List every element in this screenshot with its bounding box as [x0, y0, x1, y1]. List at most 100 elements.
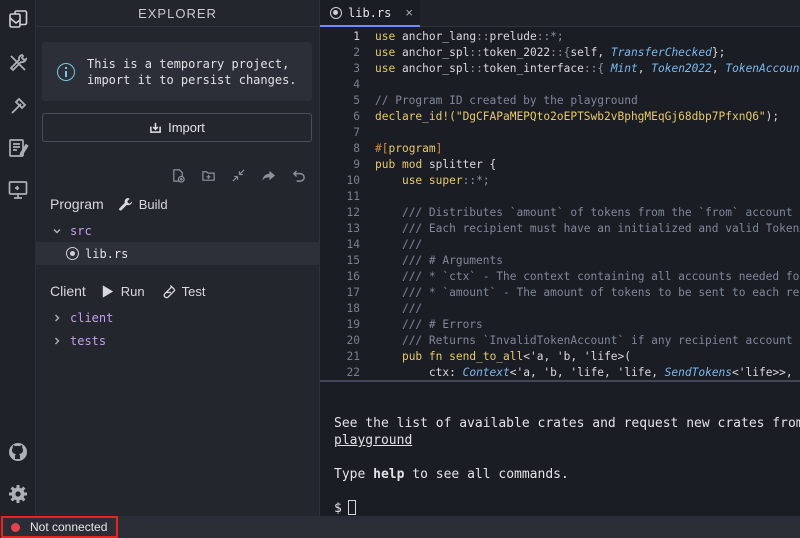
import-icon [150, 122, 161, 133]
code-line: 8 #[program] [320, 141, 800, 157]
explorer-title: EXPLORER [36, 0, 319, 27]
collapse-icon[interactable] [223, 166, 253, 184]
code-line: 17 /// * `amount` - The amount of tokens… [320, 285, 800, 301]
terminal-cursor [347, 500, 356, 515]
code-line: 1 use anchor_lang::prelude::*; [320, 29, 800, 45]
status-bar: Not connected [0, 516, 800, 538]
build-button[interactable]: Build [118, 197, 168, 212]
explorer-icon[interactable] [0, 0, 36, 40]
code-line: 9 pub mod splitter { [320, 157, 800, 173]
folder-tests[interactable]: tests [36, 329, 320, 352]
test-label: Test [181, 283, 206, 299]
code-line: 15 /// # Arguments [320, 253, 800, 269]
code-line: 18 /// [320, 301, 800, 317]
tab-lib-rs[interactable]: lib.rs × [320, 0, 420, 27]
line-number: 17 [346, 286, 360, 299]
folder-tests-label: tests [70, 333, 107, 348]
chevron-right-icon [55, 314, 60, 321]
line-number: 8 [353, 142, 360, 155]
import-label: Import [168, 120, 205, 135]
client-section-header: Client Run Test [50, 283, 222, 299]
connection-status-label: Not connected [30, 520, 108, 534]
terminal-line: See the list of available crates and req… [334, 416, 800, 431]
program-section-header: Program Build [50, 196, 184, 212]
folder-src[interactable]: src [36, 219, 320, 242]
line-number: 16 [346, 270, 360, 283]
program-title: Program [50, 196, 104, 212]
monitor-icon[interactable] [0, 170, 36, 210]
run-label: Run [120, 283, 145, 299]
wrench-icon [118, 197, 132, 210]
line-number: 19 [346, 318, 360, 331]
new-file-icon[interactable] [163, 166, 193, 184]
line-number: 3 [353, 62, 360, 75]
info-icon [57, 62, 75, 81]
terminal-prompt[interactable]: $ [334, 500, 356, 517]
line-number: 11 [346, 190, 360, 203]
line-number: 15 [346, 254, 360, 267]
line-number: 4 [353, 78, 360, 91]
code-line: 7 [320, 125, 800, 141]
code-line: 13 /// Each recipient must have an initi… [320, 221, 800, 237]
build-hammer-icon[interactable] [0, 86, 36, 126]
folder-src-label: src [70, 223, 92, 238]
code-line: 4 [320, 77, 800, 93]
gear-icon[interactable] [0, 474, 36, 514]
rust-file-icon [330, 6, 342, 19]
play-icon [102, 284, 113, 298]
line-number: 13 [346, 222, 360, 235]
code-editor[interactable]: 1 use anchor_lang::prelude::*; 2 use ancho… [320, 27, 800, 380]
status-dot-icon [11, 522, 20, 532]
line-number: 10 [346, 174, 360, 187]
test-button[interactable]: Test [161, 284, 206, 299]
client-title: Client [50, 283, 86, 299]
code-line: 5// Program ID created by the playground [320, 93, 800, 109]
code-line: 19 /// # Errors [320, 317, 800, 333]
folder-client[interactable]: client [36, 306, 320, 329]
line-number: 22 [346, 366, 360, 379]
terminal-line: playground [334, 432, 412, 449]
line-number: 2 [353, 46, 360, 59]
code-line: 22 ctx: Context<'a, 'b, 'life, 'life, Se… [320, 365, 800, 380]
terminal-panel[interactable]: See the list of available crates and req… [320, 382, 800, 516]
file-lib-rs[interactable]: lib.rs [36, 242, 320, 265]
code-line: 6 declare_id!("DgCFAPaMEPQto2oEPTSwb2vBph… [320, 109, 800, 125]
tab-lib-rs-label: lib.rs [348, 5, 392, 20]
temporary-project-notice: This is a temporary project, import it t… [42, 42, 312, 101]
explorer-toolbar [163, 166, 313, 184]
chevron-right-icon [55, 337, 60, 344]
editor-tab-bar: lib.rs × [320, 0, 800, 27]
import-button[interactable]: Import [42, 113, 312, 142]
github-icon[interactable] [0, 432, 36, 472]
line-number: 18 [346, 302, 360, 315]
line-number: 21 [346, 350, 360, 363]
new-folder-icon[interactable] [193, 166, 223, 184]
run-button[interactable]: Run [100, 284, 145, 299]
code-line: 11 [320, 189, 800, 205]
connection-status[interactable]: Not connected [1, 516, 118, 538]
notes-icon[interactable] [0, 128, 36, 168]
build-label: Build [138, 196, 168, 212]
test-tube-icon [163, 284, 176, 298]
file-lib-rs-label: lib.rs [85, 246, 129, 261]
code-line: 20 /// Returns `InvalidTokenAccount` if … [320, 333, 800, 349]
code-line: 16 /// * `ctx` - The context containing … [320, 269, 800, 285]
line-number: 7 [353, 126, 360, 139]
playground-link[interactable]: playground [334, 433, 412, 448]
folder-client-label: client [70, 310, 114, 325]
tools-icon[interactable] [0, 43, 36, 83]
reset-icon[interactable] [283, 166, 313, 184]
line-number: 20 [346, 334, 360, 347]
code-line: 2 use anchor_spl::token_2022::{self, Tran… [320, 45, 800, 61]
code-line: 3 use anchor_spl::token_interface::{ Mint… [320, 61, 800, 77]
line-number: 1 [353, 30, 360, 43]
line-number: 6 [353, 110, 360, 123]
chevron-down-icon [53, 228, 61, 233]
terminal-line: Type help to see all commands. [334, 467, 569, 482]
line-number: 12 [346, 206, 360, 219]
line-number: 14 [346, 238, 360, 251]
close-icon[interactable]: × [405, 5, 413, 20]
notice-text: This is a temporary project, import it t… [87, 56, 297, 87]
share-icon[interactable] [253, 166, 283, 184]
code-line: 12 /// Distributes `amount` of tokens fr… [320, 205, 800, 221]
